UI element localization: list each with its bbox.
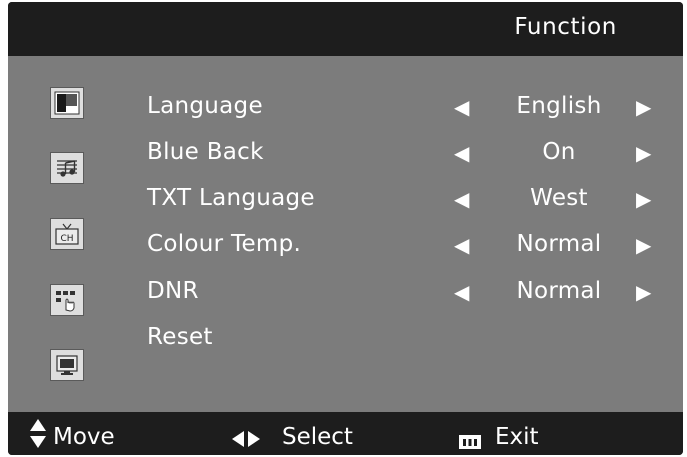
dnr-value: Normal <box>516 278 602 304</box>
arrow-left-icon[interactable]: ◀ <box>454 235 469 255</box>
osd-menu: Function CH Language ◀ English ▶ Blue Ba… <box>8 2 683 455</box>
arrow-right-icon[interactable]: ▶ <box>636 235 651 255</box>
arrow-left-icon[interactable]: ◀ <box>454 282 469 302</box>
arrow-left-icon[interactable]: ◀ <box>454 143 469 163</box>
channel-icon[interactable]: CH <box>50 218 84 250</box>
txt-language-value: West <box>530 185 588 211</box>
menu-item-dnr[interactable]: DNR <box>147 278 199 304</box>
function-icon[interactable] <box>50 284 84 316</box>
picture-icon[interactable] <box>50 87 84 119</box>
menu-title: Function <box>514 14 617 40</box>
menu-item-txt-language[interactable]: TXT Language <box>147 185 315 211</box>
menu-panel: CH Language ◀ English ▶ Blue Back ◀ On ▶… <box>8 56 683 412</box>
arrow-right-icon[interactable]: ▶ <box>636 143 651 163</box>
sound-icon[interactable] <box>50 152 84 184</box>
up-down-arrows-icon <box>30 419 46 455</box>
arrow-left-icon[interactable]: ◀ <box>454 97 469 117</box>
menu-item-reset[interactable]: Reset <box>147 324 213 350</box>
menu-item-language[interactable]: Language <box>147 93 263 119</box>
footer-hint-bar: Move Select Exit <box>8 412 683 455</box>
colour-temp-value: Normal <box>516 231 602 257</box>
menu-item-colour-temp[interactable]: Colour Temp. <box>147 231 301 257</box>
title-bar: Function <box>8 2 683 52</box>
move-hint: Move <box>53 424 115 450</box>
pc-monitor-icon[interactable] <box>50 349 84 381</box>
select-hint: Select <box>282 424 353 450</box>
blue-back-value: On <box>542 139 576 165</box>
menu-key-icon <box>459 429 481 455</box>
exit-hint: Exit <box>495 424 539 450</box>
left-right-arrows-icon <box>232 427 262 453</box>
menu-item-blue-back[interactable]: Blue Back <box>147 139 264 165</box>
arrow-right-icon[interactable]: ▶ <box>636 189 651 209</box>
arrow-right-icon[interactable]: ▶ <box>636 97 651 117</box>
arrow-right-icon[interactable]: ▶ <box>636 282 651 302</box>
language-value: English <box>516 93 602 119</box>
arrow-left-icon[interactable]: ◀ <box>454 189 469 209</box>
svg-text:CH: CH <box>60 234 73 244</box>
